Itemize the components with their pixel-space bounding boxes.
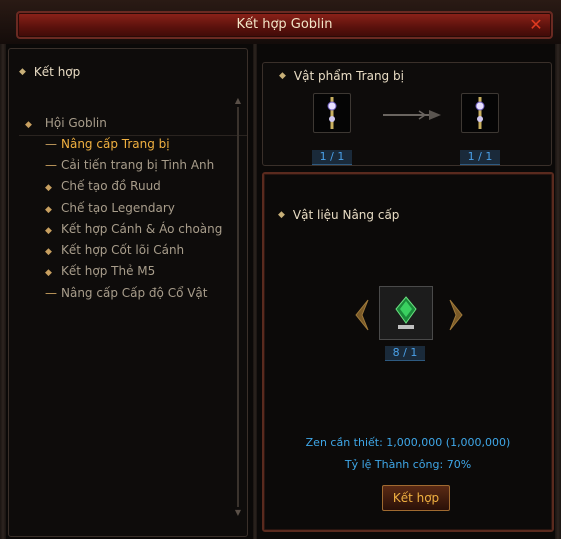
tree-item-label: Kết hợp Thẻ M5	[61, 264, 156, 278]
close-icon[interactable]: ✕	[527, 16, 545, 34]
source-item-count: 1 / 1	[312, 150, 352, 165]
staff-item-icon	[475, 97, 485, 129]
plus-bullet-icon: ◆	[45, 205, 52, 215]
success-rate-text: Tỷ lệ Thành công: 70%	[344, 458, 472, 471]
materials-header-label: Vật liệu Nâng cấp	[292, 208, 400, 222]
tree-item-cai-tien[interactable]: — Cải tiến trang bị Tinh Anh	[45, 158, 214, 172]
material-slot[interactable]	[379, 286, 433, 340]
diamond-bullet-icon: ◆	[19, 67, 26, 77]
equipment-header: ◆ Vật phẩm Trang bị	[279, 69, 404, 83]
tree-item-label: Kết hợp Cánh & Áo choàng	[61, 222, 223, 236]
result-item-slot[interactable]	[461, 93, 499, 133]
tree-item-label: Kết hợp Cốt lõi Cánh	[61, 243, 185, 257]
plus-bullet-icon: ◆	[25, 120, 32, 130]
tree-item-che-tao-ruud[interactable]: ◆ Chế tạo đồ Ruud	[45, 179, 161, 193]
scroll-track[interactable]	[237, 107, 239, 507]
arrow-icon	[383, 110, 441, 120]
plus-bullet-icon: ◆	[45, 268, 52, 278]
jewel-item-icon	[395, 296, 417, 329]
tree-item-canh-ao-choang[interactable]: ◆ Kết hợp Cánh & Áo choàng	[45, 222, 222, 236]
scroll-down-icon[interactable]: ▼	[233, 509, 243, 517]
tree-item-the-m5[interactable]: ◆ Kết hợp Thẻ M5	[45, 264, 155, 278]
category-header-label: Kết hợp	[33, 65, 81, 79]
category-panel: ◆ Kết hợp ◆ Hội Goblin — Nâng cấp Trang b…	[8, 48, 248, 537]
tree-item-label: Nâng cấp Cấp độ Cổ Vật	[61, 286, 208, 300]
zen-required-text: Zen cần thiết: 1,000,000 (1,000,000)	[305, 436, 511, 449]
combine-button[interactable]: Kết hợp	[382, 485, 450, 511]
right-ornament-icon	[449, 299, 463, 331]
title-bar: Kết hợp Goblin ✕	[0, 0, 561, 44]
left-frame-edge	[0, 44, 6, 539]
tree-item-label: Cải tiến trang bị Tinh Anh	[61, 158, 215, 172]
category-header: ◆ Kết hợp	[19, 65, 80, 79]
tree-root-goblin[interactable]: ◆ Hội Goblin	[25, 116, 107, 130]
tree-item-cot-loi-canh[interactable]: ◆ Kết hợp Cốt lõi Cánh	[45, 243, 184, 257]
equipment-header-label: Vật phẩm Trang bị	[293, 69, 404, 83]
equipment-panel: ◆ Vật phẩm Trang bị 1 / 1 1 / 1	[262, 62, 552, 166]
tree-item-legendary[interactable]: ◆ Chế tạo Legendary	[45, 201, 175, 215]
materials-header: ◆ Vật liệu Nâng cấp	[278, 208, 399, 222]
plus-bullet-icon: ◆	[45, 247, 52, 257]
tree-item-label: Chế tạo đồ Ruud	[61, 179, 161, 193]
tree-item-co-vat[interactable]: — Nâng cấp Cấp độ Cổ Vật	[45, 286, 208, 300]
tree-root-label: Hội Goblin	[44, 116, 107, 130]
window-title: Kết hợp Goblin	[236, 17, 333, 32]
plus-bullet-icon: ◆	[45, 183, 52, 193]
scroll-up-icon[interactable]: ▲	[233, 97, 243, 105]
right-frame-edge	[555, 44, 561, 539]
tree-item-label: Chế tạo Legendary	[61, 201, 175, 215]
material-count: 8 / 1	[385, 346, 425, 361]
tree-item-nang-cap-trang-bi[interactable]: — Nâng cấp Trang bị	[45, 137, 170, 151]
category-scrollbar[interactable]: ▲ ▼	[233, 97, 243, 517]
result-item-count: 1 / 1	[460, 150, 500, 165]
dash-icon: —	[45, 158, 57, 172]
materials-panel: ◆ Vật liệu Nâng cấp 8 / 1 Zen cần thiết:…	[262, 172, 554, 532]
dash-icon: —	[45, 137, 57, 151]
diamond-bullet-icon: ◆	[279, 71, 286, 81]
plus-bullet-icon: ◆	[45, 226, 52, 236]
title-bar-frame: Kết hợp Goblin ✕	[16, 11, 553, 39]
source-item-slot[interactable]	[313, 93, 351, 133]
diamond-bullet-icon: ◆	[278, 210, 285, 220]
middle-frame-divider	[253, 44, 257, 539]
staff-item-icon	[327, 97, 337, 129]
left-ornament-icon	[355, 299, 369, 331]
tree-item-label: Nâng cấp Trang bị	[61, 137, 170, 151]
header-divider	[19, 135, 247, 136]
dash-icon: —	[45, 286, 57, 300]
